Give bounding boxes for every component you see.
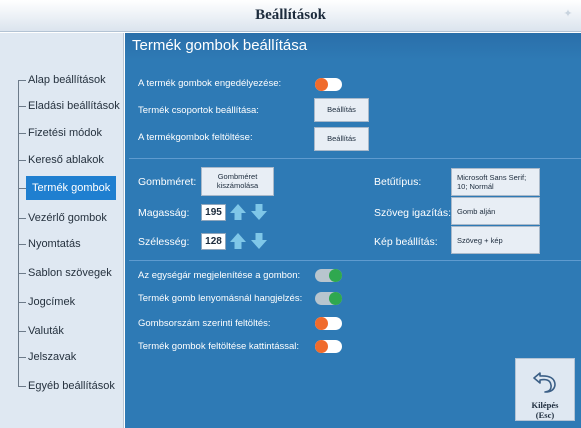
sidebar-item-label: Nyomtatás — [28, 238, 81, 250]
sidebar-item-eladasi[interactable]: Eladási beállítások — [18, 94, 120, 118]
sidebar-item-label: Eladási beállítások — [28, 100, 120, 112]
width-up-arrow-icon[interactable] — [229, 232, 247, 250]
sidebar-item-label: Valuták — [28, 325, 64, 337]
sidebar-item-vezerlo[interactable]: Vezérlő gombok — [18, 206, 107, 230]
groups-label: Termék csoportok beállítása: — [138, 105, 259, 116]
sidebar-item-sablon[interactable]: Sablon szövegek — [18, 261, 112, 285]
order-fill-label: Gombsorszám szerinti feltöltés: — [138, 318, 271, 329]
text-align-field[interactable]: Gomb alján — [451, 197, 540, 225]
unit-price-label: Az egységár megjelenítése a gombon: — [138, 270, 301, 281]
sound-toggle[interactable] — [315, 292, 342, 305]
sidebar-item-label: Kereső ablakok — [28, 154, 104, 166]
sidebar-item-label: Alap beállítások — [28, 74, 106, 86]
image-field[interactable]: Szöveg + kép — [451, 226, 540, 254]
width-input[interactable]: 128 — [201, 233, 226, 250]
sidebar-item-label: Jogcímek — [28, 296, 76, 308]
sidebar-item-nyomtatas[interactable]: Nyomtatás — [18, 232, 81, 256]
toggle-knob — [329, 292, 342, 305]
sidebar-item-egyeb[interactable]: Egyéb beállítások — [18, 374, 115, 398]
settings-panel: Termék gombok beállítása A termék gombok… — [125, 33, 581, 428]
toggle-knob — [315, 78, 328, 91]
calc-size-button[interactable]: Gombméret kiszámolása — [201, 167, 274, 196]
sidebar-item-label: Egyéb beállítások — [28, 380, 115, 392]
page-title: Termék gombok beállítása — [132, 37, 308, 54]
sidebar-item-label: Jelszavak — [28, 351, 77, 363]
undo-arrow-icon — [533, 372, 556, 393]
enable-toggle[interactable] — [315, 78, 342, 91]
sidebar: Alap beállítások Eladási beállítások Fiz… — [0, 33, 124, 428]
enable-label: A termék gombok engedélyezése: — [138, 78, 282, 89]
font-field[interactable]: Microsoft Sans Serif; 10; Normál — [451, 168, 540, 196]
load-label: A termékgombok feltöltése: — [138, 132, 253, 143]
sidebar-item-label: Termék gombok — [26, 176, 117, 200]
sidebar-item-jelszavak[interactable]: Jelszavak — [18, 345, 76, 369]
height-label: Magasság: — [138, 207, 190, 219]
click-fill-toggle[interactable] — [315, 340, 342, 353]
panel-header: Termék gombok beállítása — [125, 33, 581, 60]
size-label: Gombméret: — [138, 176, 197, 188]
toggle-knob — [315, 340, 328, 353]
order-fill-toggle[interactable] — [315, 317, 342, 330]
font-label: Betűtípus: — [374, 176, 422, 188]
sidebar-item-jogcimek[interactable]: Jogcímek — [18, 290, 75, 314]
width-label: Szélesség: — [138, 236, 190, 248]
toggle-knob — [329, 269, 342, 282]
click-fill-label: Termék gombok feltöltése kattintással: — [138, 341, 300, 352]
sidebar-item-kereso[interactable]: Kereső ablakok — [18, 148, 104, 172]
exit-button[interactable]: Kilépés (Esc) — [515, 358, 575, 421]
toggle-knob — [315, 317, 328, 330]
unit-price-toggle[interactable] — [315, 269, 342, 282]
height-down-arrow-icon[interactable] — [250, 203, 268, 221]
pin-icon[interactable]: ✦ — [563, 7, 573, 21]
sidebar-item-label: Sablon szövegek — [28, 267, 112, 279]
width-down-arrow-icon[interactable] — [250, 232, 268, 250]
sidebar-item-label: Fizetési módok — [28, 127, 102, 139]
height-up-arrow-icon[interactable] — [229, 203, 247, 221]
height-input[interactable]: 195 — [201, 204, 226, 221]
exit-label: Kilépés (Esc) — [516, 400, 574, 420]
image-label: Kép beállítás: — [374, 236, 438, 248]
title-bar: Beállítások ✦ — [0, 0, 581, 32]
divider — [129, 158, 581, 159]
sidebar-item-label: Vezérlő gombok — [28, 212, 107, 224]
divider — [129, 260, 581, 261]
window-title: Beállítások — [255, 7, 326, 23]
sidebar-item-termek-gombok[interactable]: Termék gombok — [18, 176, 117, 200]
sidebar-item-valutak[interactable]: Valuták — [18, 319, 64, 343]
exit-label-line1: Kilépés — [531, 400, 559, 410]
exit-label-line2: (Esc) — [535, 410, 555, 421]
groups-settings-button[interactable]: Beállítás — [314, 98, 369, 122]
load-settings-button[interactable]: Beállítás — [314, 127, 369, 151]
sidebar-item-fizetesi[interactable]: Fizetési módok — [18, 121, 102, 145]
sound-label: Termék gomb lenyomásnál hangjelzés: — [138, 293, 303, 304]
text-align-label: Szöveg igazítás: — [374, 207, 452, 219]
sidebar-item-alap[interactable]: Alap beállítások — [18, 68, 106, 92]
